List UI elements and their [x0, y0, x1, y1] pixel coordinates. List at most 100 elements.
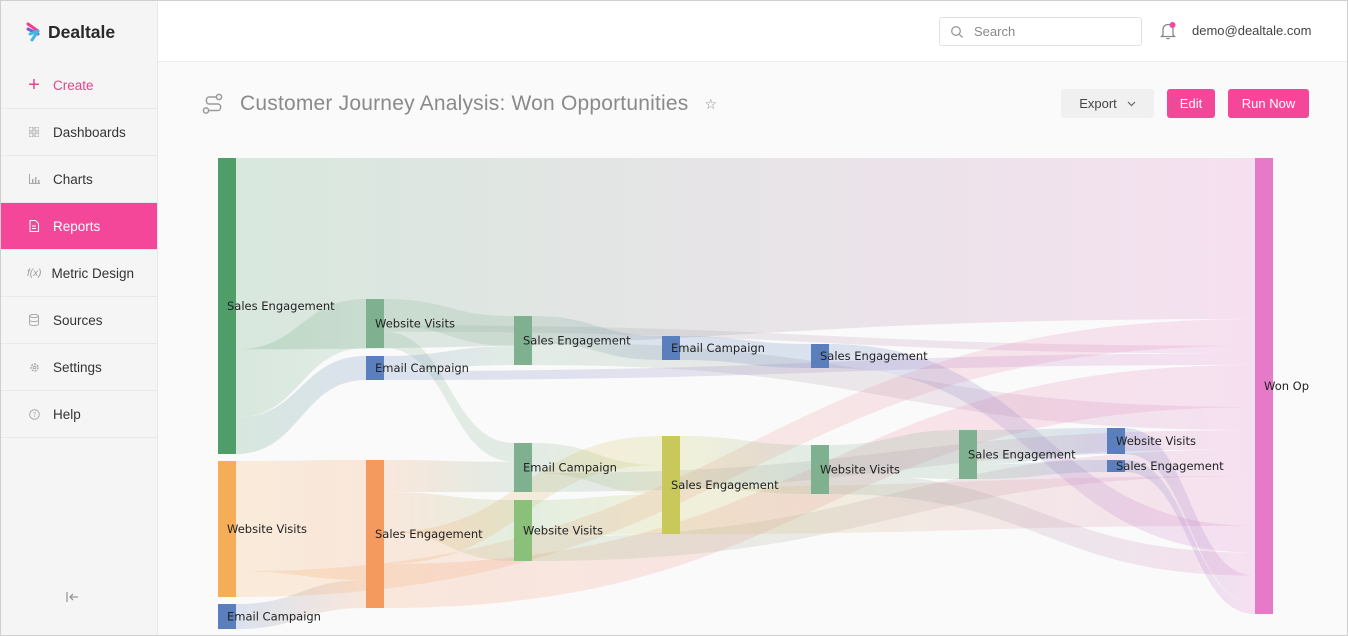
sankey-node-label: Sales Engagement	[1116, 459, 1224, 473]
sankey-link-w4-s5	[829, 430, 959, 479]
app-window: Dealtale + Create Dashboards Charts Repo…	[0, 0, 1348, 636]
sankey-nodes: Sales Engagement Website Visits Email Camp…	[218, 158, 1348, 629]
sidebar-item-label: Charts	[53, 171, 93, 187]
search-input[interactable]	[974, 24, 1134, 39]
svg-text:?: ?	[32, 411, 36, 419]
sidebar-item-charts[interactable]: Charts	[1, 156, 157, 203]
sankey-link-s2-e3	[532, 316, 662, 360]
plus-icon: +	[28, 73, 40, 96]
run-now-button[interactable]: Run Now	[1228, 89, 1309, 118]
sankey-node-label: Email Campaign	[671, 341, 765, 355]
sankey-node-s5	[959, 430, 977, 479]
sankey-node-w0	[218, 461, 236, 597]
sankey-link-w0-won	[236, 318, 1255, 597]
chevron-down-icon	[1127, 99, 1136, 109]
sankey-link-s4-won	[829, 344, 1255, 553]
sankey-link-w2-won	[532, 449, 1255, 561]
grid-icon	[27, 125, 41, 139]
sankey-node-e2	[514, 443, 532, 492]
sidebar: Dealtale + Create Dashboards Charts Repo…	[1, 1, 158, 635]
sankey-node-w4	[811, 445, 829, 494]
sankey-node-label: Email Campaign	[523, 461, 617, 475]
sankey-node-label: Email Campaign	[227, 610, 321, 624]
sankey-node-label: Website Visits	[1116, 434, 1196, 448]
sankey-link-s6-won	[1125, 460, 1255, 614]
notification-bell-icon[interactable]	[1159, 21, 1177, 41]
edit-button[interactable]: Edit	[1167, 89, 1215, 118]
sankey-link-s5-w6	[977, 428, 1107, 465]
brand-name: Dealtale	[48, 21, 116, 42]
sankey-link-s0-w1	[236, 299, 366, 418]
sankey-node-s1	[366, 460, 384, 608]
sankey-link-w4-won	[829, 473, 1255, 576]
sidebar-item-metric-design[interactable]: f(x) Metric Design	[1, 250, 157, 297]
sankey-link-w0-s1	[236, 460, 366, 580]
page-title: Customer Journey Analysis: Won Opportuni…	[240, 92, 689, 115]
sidebar-item-create[interactable]: + Create	[1, 62, 157, 109]
sankey-link-e1-won	[384, 353, 1255, 380]
sidebar-item-sources[interactable]: Sources	[1, 297, 157, 344]
sidebar-item-label: Create	[53, 77, 94, 93]
sankey-link-e1-s2	[384, 346, 514, 371]
sankey-link-s2-won	[532, 342, 1255, 431]
sankey-node-label: Won Opportunities	[1264, 379, 1348, 393]
sankey-link-e2-s3	[532, 443, 662, 495]
export-label: Export	[1079, 96, 1117, 111]
sidebar-item-label: Sources	[53, 312, 103, 328]
sankey-link-w1-won	[384, 325, 1255, 354]
sankey-node-w2	[514, 500, 532, 561]
sankey-link-s1-s3	[384, 436, 662, 564]
sankey-node-label: Website Visits	[820, 463, 900, 477]
sankey-node-label: Website Visits	[227, 522, 307, 536]
sankey-node-s2	[514, 316, 532, 365]
sidebar-item-label: Help	[53, 406, 81, 422]
user-email[interactable]: demo@dealtale.com	[1192, 23, 1311, 38]
sidebar-item-reports[interactable]: Reports	[1, 203, 157, 250]
sidebar-item-label: Reports	[53, 218, 101, 234]
sankey-link-s1-e2	[384, 460, 514, 492]
help-icon: ?	[27, 407, 41, 421]
sankey-link-s5-s6	[977, 460, 1107, 479]
sidebar-item-label: Settings	[53, 359, 102, 375]
document-icon	[27, 219, 41, 233]
sankey-link-w1-e2	[384, 331, 514, 462]
sankey-link-w6-won	[1125, 428, 1255, 603]
sankey-node-label: Sales Engagement	[523, 334, 631, 348]
sankey-link-s3-w4	[680, 436, 811, 494]
sankey-node-e3	[662, 336, 680, 360]
sankey-node-e1	[366, 356, 384, 380]
collapse-sidebar-icon[interactable]	[66, 590, 80, 606]
sidebar-item-label: Dashboards	[53, 124, 126, 140]
sankey-link-s0-e1	[236, 356, 366, 454]
search-box[interactable]	[939, 17, 1142, 46]
sankey-link-w2-s3	[532, 494, 662, 538]
sidebar-item-settings[interactable]: Settings	[1, 344, 157, 391]
sidebar-item-dashboards[interactable]: Dashboards	[1, 109, 157, 156]
sankey-node-label: Email Campaign	[375, 361, 469, 375]
sankey-node-label: Website Visits	[523, 524, 603, 538]
favorite-star-icon[interactable]: ☆	[704, 96, 717, 113]
journey-route-icon	[202, 93, 223, 114]
sankey-node-s0	[218, 158, 236, 454]
sankey-node-s3	[662, 436, 680, 534]
sankey-node-label: Sales Engagement	[671, 478, 779, 492]
sankey-link-e3-s4	[680, 336, 811, 368]
sankey-link-e0-s1	[236, 580, 366, 629]
sankey-node-label: Sales Engagement	[968, 448, 1076, 462]
sankey-node-s6	[1107, 460, 1125, 472]
export-dropdown[interactable]: Export	[1061, 89, 1154, 118]
sankey-node-w6	[1107, 428, 1125, 454]
sidebar-item-label: Metric Design	[51, 265, 134, 281]
sankey-node-label: Sales Engagement	[375, 527, 483, 541]
sankey-links	[236, 158, 1255, 629]
sankey-link-w1-s2	[384, 299, 514, 347]
sidebar-item-help[interactable]: ? Help	[1, 391, 157, 438]
database-icon	[27, 313, 41, 327]
brand-logo[interactable]: Dealtale	[26, 20, 115, 44]
search-icon	[951, 25, 963, 38]
sidebar-nav: + Create Dashboards Charts Reports f(x) …	[1, 62, 157, 438]
sankey-node-w1	[366, 299, 384, 348]
top-bar: demo@dealtale.com	[158, 1, 1347, 62]
dealtale-logo-icon	[26, 22, 40, 42]
sankey-link-s0-won	[236, 158, 1255, 350]
